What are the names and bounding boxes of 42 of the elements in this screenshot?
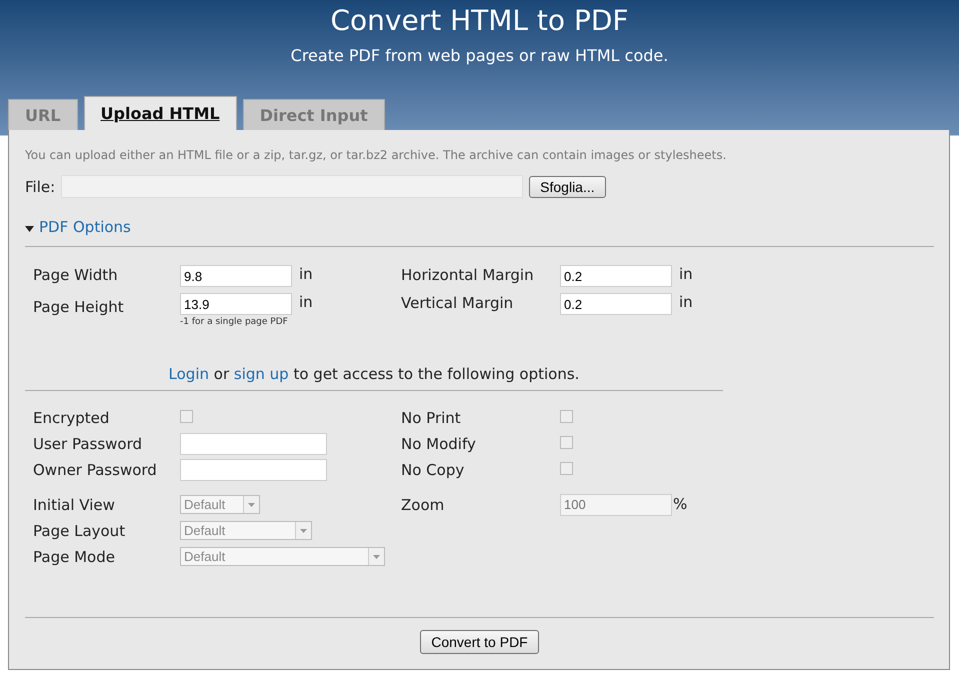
unit-label: in — [679, 265, 693, 283]
convert-button[interactable]: Convert to PDF — [420, 630, 539, 654]
option-label: Page Layout — [33, 522, 126, 540]
dimension-field[interactable]: 13.9 — [180, 293, 292, 315]
dimension-label: Vertical Margin — [401, 294, 514, 312]
password-field[interactable] — [180, 432, 327, 454]
option-label: No Modify — [401, 434, 477, 452]
dimension-field[interactable]: 9.8 — [180, 265, 292, 287]
unit-label: in — [299, 265, 313, 283]
tab[interactable]: Upload HTML — [84, 96, 237, 130]
caret-icon — [243, 496, 259, 513]
unit-label: in — [679, 293, 693, 311]
password-field[interactable] — [180, 458, 327, 480]
dimension-label: Page Height — [33, 298, 125, 316]
tab[interactable]: URL — [8, 99, 78, 130]
option-label: Encrypted — [33, 408, 110, 426]
upload-hint: You can upload either an HTML file or a zip, tar.gz, or tar.bz2 archive. The archive can contain images or stylesheets. — [25, 148, 728, 162]
option-label: No Print — [401, 408, 462, 426]
option-label: No Copy — [401, 460, 466, 478]
option-label: User Password — [33, 434, 144, 452]
unit-label: in — [299, 293, 313, 311]
caret-icon — [368, 548, 384, 565]
caret-icon — [295, 522, 311, 539]
dimension-label: Page Width — [33, 266, 119, 284]
page-title: Convert HTML to PDF — [330, 4, 628, 38]
dimension-field[interactable]: 0.2 — [560, 293, 672, 315]
browse-button[interactable]: Sfoglia... — [529, 176, 606, 198]
option-label: Owner Password — [33, 460, 158, 478]
page-subtitle: Create PDF from web pages or raw HTML code. — [290, 46, 668, 65]
option-label: Initial View — [33, 496, 116, 514]
file-label: File: — [25, 178, 56, 196]
tab[interactable]: Direct Input — [242, 99, 385, 130]
login-prompt: Login or sign up to get access to the following options. — [25, 365, 723, 391]
pdf-options-link[interactable]: PDF Options — [39, 218, 131, 236]
dimension-field[interactable]: 0.2 — [560, 265, 672, 287]
option-label: Zoom — [401, 496, 446, 514]
dimension-label: Horizontal Margin — [401, 266, 535, 284]
unit-label: % — [673, 495, 688, 513]
option-label: Page Mode — [33, 548, 116, 566]
auth-link[interactable]: sign up — [234, 365, 289, 383]
field-note: -1 for a single page PDF — [180, 317, 289, 327]
auth-link[interactable]: Login — [168, 365, 209, 383]
